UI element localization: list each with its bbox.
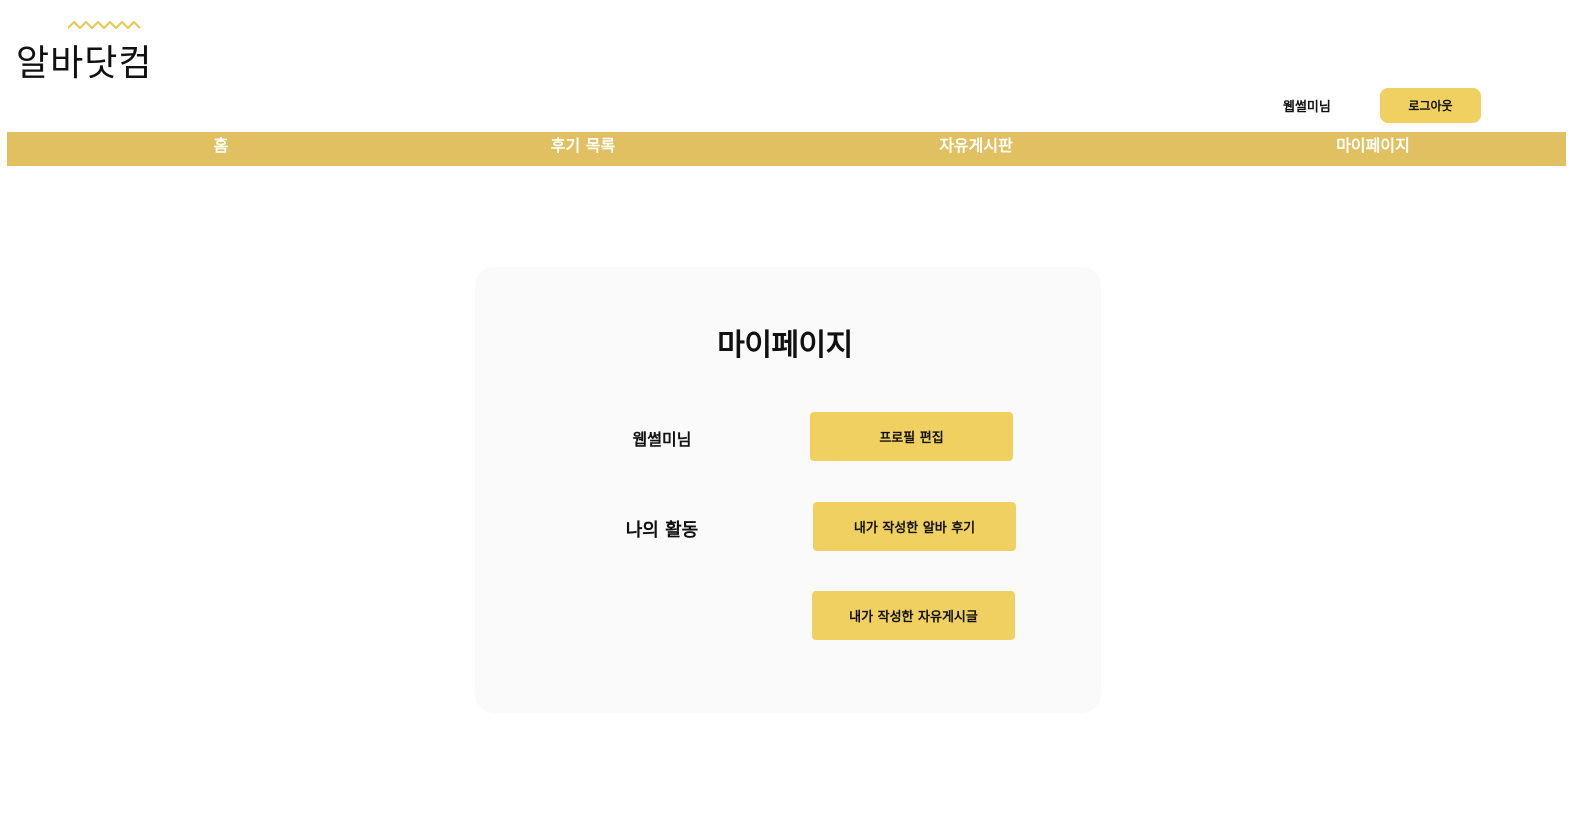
- my-reviews-button[interactable]: 내가 작성한 알바 후기: [813, 502, 1016, 551]
- header-user-name: 웹썰미님: [1283, 100, 1331, 115]
- nav-item-free-board[interactable]: 자유게시판: [939, 132, 1013, 166]
- edit-profile-button[interactable]: 프로필 편집: [810, 412, 1013, 461]
- my-posts-button[interactable]: 내가 작성한 자유게시글: [812, 591, 1015, 640]
- page-title: 마이페이지: [717, 328, 853, 363]
- main-nav: 홈 후기 목록 자유게시판 마이페이지: [7, 132, 1566, 166]
- nav-item-reviews[interactable]: 후기 목록: [551, 132, 615, 166]
- site-logo[interactable]: 알바닷컴: [16, 18, 196, 84]
- activity-label: 나의 활동: [625, 520, 699, 541]
- logo-text: 알바닷컴: [16, 43, 153, 84]
- logout-button[interactable]: 로그아웃: [1380, 88, 1481, 123]
- nav-item-mypage[interactable]: 마이페이지: [1336, 132, 1410, 166]
- profile-user-name: 웹썰미님: [632, 430, 692, 449]
- nav-item-home[interactable]: 홈: [214, 132, 229, 166]
- wave-icon: [68, 20, 141, 30]
